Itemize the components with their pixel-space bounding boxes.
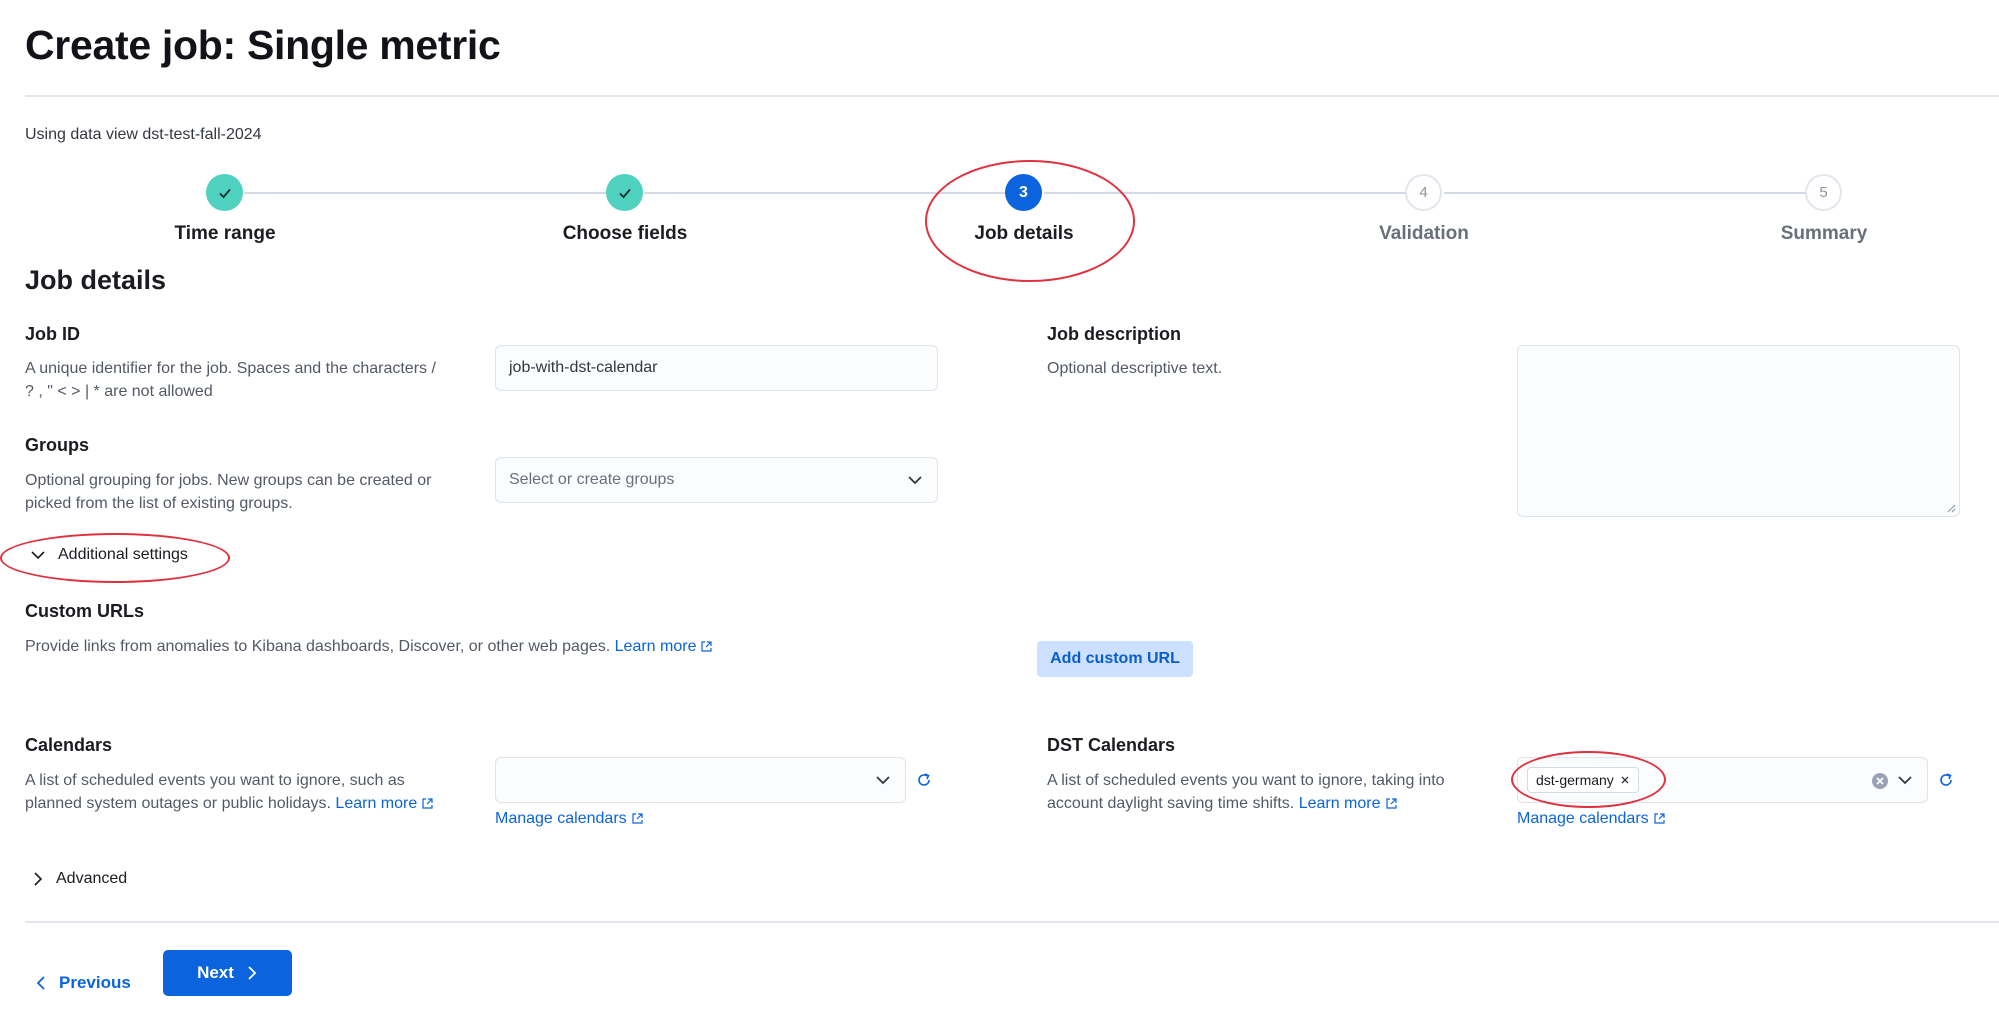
data-view-text: Using data view dst-test-fall-2024 bbox=[25, 126, 262, 143]
annotation-ellipse bbox=[1511, 751, 1666, 808]
groups-title: Groups bbox=[25, 435, 90, 455]
dst-calendars-help-line: A list of scheduled events you want to i… bbox=[1047, 772, 1445, 789]
job-id-title: Job ID bbox=[25, 324, 81, 344]
custom-urls-help-text: Provide links from anomalies to Kibana d… bbox=[25, 638, 611, 655]
groups-help-line: picked from the list of existing groups. bbox=[25, 495, 293, 512]
calendars-title: Calendars bbox=[25, 735, 113, 755]
step-1-check-icon[interactable] bbox=[206, 174, 243, 211]
job-id-input[interactable]: job-with-dst-calendar bbox=[495, 345, 938, 391]
external-link-icon[interactable] bbox=[1385, 797, 1398, 810]
add-custom-url-button[interactable]: Add custom URL bbox=[1037, 641, 1193, 677]
dst-calendars-help: A list of scheduled events you want to i… bbox=[1047, 769, 1497, 815]
chevron-down-icon[interactable] bbox=[875, 774, 891, 786]
chevron-left-icon bbox=[36, 976, 45, 990]
clear-icon[interactable] bbox=[1871, 772, 1889, 790]
step-connector bbox=[1444, 192, 1806, 194]
refresh-icon[interactable] bbox=[915, 771, 933, 789]
calendars-help: A list of scheduled events you want to i… bbox=[25, 769, 495, 815]
next-button[interactable]: Next bbox=[163, 950, 292, 996]
job-id-help-line: ? , " < > | * are not allowed bbox=[25, 383, 213, 400]
job-id-help-line: A unique identifier for the job. Spaces … bbox=[25, 360, 436, 377]
step-5-label: Summary bbox=[1780, 223, 1868, 244]
dst-calendars-title: DST Calendars bbox=[1047, 735, 1176, 755]
step-4-number: 4 bbox=[1405, 174, 1442, 211]
previous-button[interactable]: Previous bbox=[35, 960, 131, 1006]
step-4-label: Validation bbox=[1379, 223, 1469, 244]
manage-dst-calendars-link[interactable]: Manage calendars bbox=[1517, 810, 1649, 827]
external-link-icon[interactable] bbox=[1653, 812, 1666, 825]
step-2-label[interactable]: Choose fields bbox=[505, 223, 745, 245]
calendars-combobox[interactable] bbox=[495, 757, 906, 803]
next-label: Next bbox=[197, 963, 234, 982]
resize-handle-icon[interactable] bbox=[1946, 503, 1956, 513]
advanced-toggle[interactable]: Advanced bbox=[32, 870, 127, 888]
calendars-help-line: A list of scheduled events you want to i… bbox=[25, 772, 405, 789]
calendars-help-line: planned system outages or public holiday… bbox=[25, 795, 331, 812]
previous-label: Previous bbox=[59, 973, 131, 992]
title-divider bbox=[25, 95, 1999, 97]
annotation-ellipse bbox=[925, 160, 1135, 282]
custom-urls-help: Provide links from anomalies to Kibana d… bbox=[25, 635, 825, 658]
annotation-ellipse bbox=[0, 533, 230, 583]
chevron-right-icon bbox=[248, 966, 257, 980]
custom-urls-title: Custom URLs bbox=[25, 601, 145, 621]
groups-help: Optional grouping for jobs. New groups c… bbox=[25, 469, 495, 515]
dst-calendars-manage: Manage calendars bbox=[1517, 807, 1666, 830]
chevron-down-icon[interactable] bbox=[907, 474, 923, 486]
calendars-manage: Manage calendars bbox=[495, 807, 644, 830]
dst-calendars-learn-more-link[interactable]: Learn more bbox=[1299, 795, 1381, 812]
external-link-icon[interactable] bbox=[421, 797, 434, 810]
footer-divider bbox=[25, 921, 1999, 923]
custom-urls-learn-more-link[interactable]: Learn more bbox=[615, 638, 697, 655]
groups-placeholder: Select or create groups bbox=[509, 471, 675, 488]
manage-calendars-link[interactable]: Manage calendars bbox=[495, 810, 627, 827]
section-title: Job details bbox=[25, 265, 167, 295]
dst-calendars-help-line: account daylight saving time shifts. bbox=[1047, 795, 1295, 812]
job-description-title: Job description bbox=[1047, 324, 1182, 344]
chevron-right-icon bbox=[34, 872, 43, 886]
groups-combobox[interactable]: Select or create groups bbox=[495, 457, 938, 503]
step-connector bbox=[244, 192, 606, 194]
step-5-number: 5 bbox=[1805, 174, 1842, 211]
chevron-down-icon[interactable] bbox=[1897, 774, 1913, 786]
job-description-help: Optional descriptive text. bbox=[1047, 360, 1223, 377]
step-1-label[interactable]: Time range bbox=[105, 223, 345, 245]
job-description-textarea[interactable] bbox=[1517, 345, 1960, 517]
page-title: Create job: Single metric bbox=[25, 22, 501, 68]
step-2-check-icon[interactable] bbox=[606, 174, 643, 211]
refresh-icon[interactable] bbox=[1937, 771, 1955, 789]
groups-help-line: Optional grouping for jobs. New groups c… bbox=[25, 472, 432, 489]
advanced-label: Advanced bbox=[56, 870, 128, 887]
job-id-help: A unique identifier for the job. Spaces … bbox=[25, 357, 495, 403]
calendars-learn-more-link[interactable]: Learn more bbox=[335, 795, 417, 812]
external-link-icon[interactable] bbox=[631, 812, 644, 825]
external-link-icon[interactable] bbox=[700, 640, 713, 653]
